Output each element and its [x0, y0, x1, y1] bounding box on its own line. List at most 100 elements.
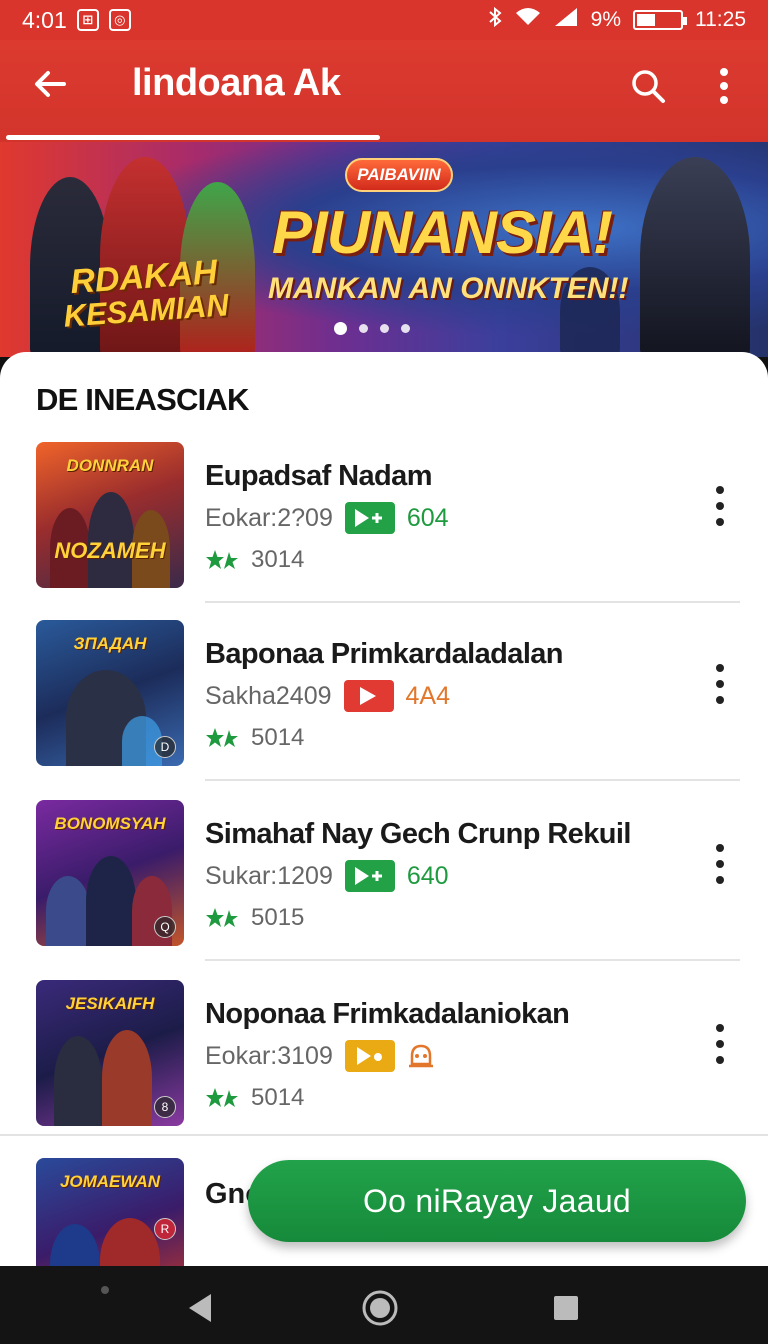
search-button[interactable]: [626, 64, 670, 108]
game-thumbnail: JOMAEWAN R: [36, 1158, 184, 1267]
game-meta: Sakha2409 4A4: [205, 680, 450, 712]
status-clock: 11:25: [695, 8, 746, 31]
row-divider: [205, 779, 740, 781]
nav-recents-button[interactable]: [546, 1288, 586, 1328]
nav-home-button[interactable]: [360, 1288, 400, 1328]
list-item[interactable]: JESIKAIFH 8 Noponaa Frimkadalaniokan Eok…: [0, 980, 768, 1160]
app-title: lindoana Ak: [132, 62, 341, 104]
back-arrow-icon: [35, 71, 66, 97]
carousel-dot[interactable]: [380, 324, 389, 333]
game-thumbnail: ЗПАДАН D: [36, 620, 184, 766]
content-card: DE INEASCIAK DONNRAN NOZAMEH Eupadsaf Na…: [0, 352, 768, 1267]
more-vert-icon: [716, 1024, 724, 1064]
more-vert-icon: [716, 664, 724, 704]
row-more-button[interactable]: [700, 1020, 740, 1068]
section-title: DE INEASCIAK: [36, 382, 249, 417]
game-thumbnail: DONNRAN NOZAMEH: [36, 442, 184, 588]
game-logo: RDAKAH KESAMIAN: [62, 252, 230, 334]
thumb-figure: [46, 876, 90, 946]
thumb-title: JOMAEWAN: [59, 1172, 161, 1191]
alien-icon: [408, 1044, 433, 1068]
nav-indicator-dot: [101, 1286, 109, 1294]
game-meta: Eokar:2?09 604: [205, 502, 449, 534]
notification-icon: ⊞: [76, 9, 99, 31]
game-meta-text: Eokar:2?09: [205, 503, 333, 532]
star-rating-icon: [206, 728, 238, 747]
game-rating: 5015: [205, 904, 304, 932]
row-more-button[interactable]: [700, 840, 740, 888]
rating-value: 5014: [251, 1084, 305, 1111]
row-divider: [205, 959, 740, 961]
battery-icon: [633, 10, 687, 30]
thumb-figure: [100, 1218, 160, 1267]
list-item[interactable]: BONOMSYAH Q Simahaf Nay Gech Crunp Rekui…: [0, 800, 768, 980]
game-name: Baponaa Primkardaladalan: [205, 638, 564, 670]
tab-indicator: [6, 135, 380, 140]
more-options-button[interactable]: [704, 64, 744, 108]
game-name: Simahaf Nay Gech Crunp Rekuil: [205, 818, 631, 850]
thumb-badge: Q: [154, 916, 176, 938]
section-divider: [0, 1134, 768, 1136]
play-dot-icon: [344, 1040, 395, 1072]
thumb-title: DONNRAN: [66, 456, 154, 475]
game-meta: Eokar:3109: [205, 1040, 435, 1072]
game-stat: 604: [406, 503, 449, 532]
game-stat: 640: [406, 861, 449, 890]
more-vert-icon: [716, 844, 724, 884]
game-thumbnail: JESIKAIFH 8: [36, 980, 184, 1126]
rating-value: 5015: [251, 904, 305, 931]
game-meta-text: Sukar:1209: [205, 861, 333, 890]
list-item[interactable]: DONNRAN NOZAMEH Eupadsaf Nadam Eokar:2?0…: [0, 442, 768, 622]
promo-banner[interactable]: RDAKAH KESAMIAN PAIBAVIIN PIUNANSIA! MAN…: [0, 142, 768, 357]
list-item[interactable]: ЗПАДАН D Baponaa Primkardaladalan Sakha2…: [0, 620, 768, 800]
row-more-button[interactable]: [700, 482, 740, 530]
game-meta-text: Eokar:3109: [205, 1041, 333, 1070]
star-rating-icon: [206, 1088, 238, 1107]
thumb-figure: [102, 1030, 152, 1126]
thumb-subtitle: NOZAMEH: [54, 538, 166, 563]
game-stat: 4A4: [405, 681, 450, 710]
row-more-button[interactable]: [700, 660, 740, 708]
thumb-title: JESIKAIFH: [65, 994, 155, 1013]
system-nav-bar: [0, 1266, 768, 1344]
nav-back-button[interactable]: [180, 1288, 220, 1328]
thumb-title: ЗПАДАН: [73, 634, 147, 653]
carousel-dot[interactable]: [334, 322, 347, 335]
nav-home-icon: [362, 1290, 398, 1326]
nav-recents-icon: [554, 1296, 578, 1320]
play-plus-icon: [344, 502, 395, 534]
play-plus-icon: [344, 860, 395, 892]
banner-subheadline: MANKAN AN ONNKTEN!!: [268, 272, 629, 305]
thumb-badge: D: [154, 736, 176, 758]
carousel-dot[interactable]: [401, 324, 410, 333]
rating-value: 3014: [251, 546, 305, 573]
more-vert-icon: [720, 68, 728, 104]
status-right: 9% 11:25: [487, 6, 746, 34]
carousel-indicator: [334, 322, 410, 335]
status-bar: 4:01 ⊞ ◎ 9% 11:25: [0, 0, 768, 40]
floating-action-button[interactable]: Oo niRayay Jaaud: [248, 1160, 746, 1242]
banner-chip: PAIBAVIIN: [345, 158, 453, 192]
banner-headline: PIUNANSIA!: [272, 199, 613, 266]
app-icon: ◎: [108, 9, 131, 31]
row-divider: [205, 601, 740, 603]
status-time: 4:01: [22, 6, 67, 33]
game-rating: 5014: [205, 1084, 304, 1112]
bluetooth-icon: [487, 6, 503, 34]
wifi-icon: [515, 7, 541, 33]
rating-value: 5014: [251, 724, 305, 751]
nav-back-icon: [189, 1294, 211, 1322]
game-rating: 3014: [205, 546, 304, 574]
game-name: Noponaa Frimkadalaniokan: [205, 998, 570, 1030]
game-rating: 5014: [205, 724, 304, 752]
thumb-title: BONOMSYAH: [54, 814, 166, 833]
back-button[interactable]: [28, 62, 72, 106]
star-rating-icon: [206, 550, 238, 569]
thumb-badge: 8: [154, 1096, 176, 1118]
more-vert-icon: [716, 486, 724, 526]
carousel-dot[interactable]: [359, 324, 368, 333]
thumb-badge: R: [154, 1218, 176, 1240]
battery-percent: 9%: [590, 8, 621, 31]
game-meta-text: Sakha2409: [205, 681, 332, 710]
game-thumbnail: BONOMSYAH Q: [36, 800, 184, 946]
